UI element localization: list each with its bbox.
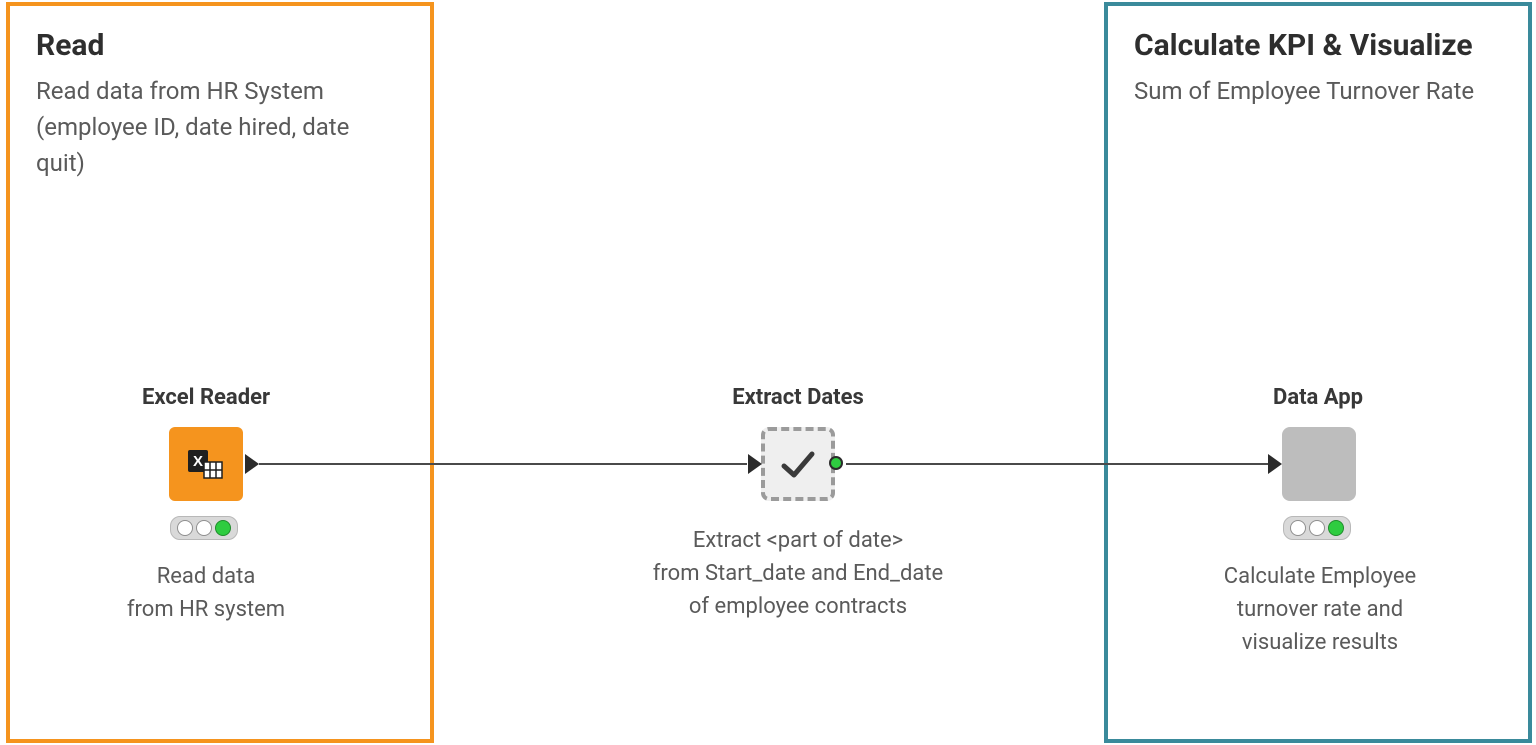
check-icon	[776, 442, 820, 486]
node-excel-reader-desc-line2: from HR system	[127, 597, 285, 622]
annotation-read-desc: Read data from HR System (employee ID, d…	[36, 73, 404, 181]
data-app-input-port[interactable]	[1268, 454, 1282, 474]
node-data-app-desc: Calculate Employee turnover rate and vis…	[1150, 560, 1490, 659]
node-excel-reader-status	[170, 516, 238, 540]
annotation-calc-desc: Sum of Employee Turnover Rate	[1134, 73, 1502, 109]
node-extract-dates-desc: Extract <part of date> from Start_date a…	[628, 524, 968, 623]
node-excel-reader[interactable]: X	[169, 427, 243, 501]
node-extract-dates-desc-line1: Extract <part of date>	[693, 528, 903, 553]
node-data-app-label: Data App	[1188, 385, 1448, 410]
node-excel-reader-desc-line1: Read data	[157, 564, 256, 589]
connection-excel-to-extract[interactable]	[259, 463, 747, 465]
workflow-canvas[interactable]: Read Read data from HR System (employee …	[0, 0, 1536, 745]
node-excel-reader-label: Excel Reader	[76, 385, 336, 410]
extract-dates-output-port[interactable]	[829, 456, 843, 470]
annotation-calc-title: Calculate KPI & Visualize	[1134, 28, 1502, 63]
node-data-app-desc-line3: visualize results	[1242, 630, 1398, 655]
status-dot-idle	[1290, 520, 1306, 536]
node-data-app-desc-line1: Calculate Employee	[1224, 564, 1416, 589]
excel-reader-output-port[interactable]	[245, 454, 259, 474]
excel-icon: X	[186, 444, 226, 484]
status-dot-idle	[177, 520, 193, 536]
svg-text:X: X	[193, 453, 203, 470]
node-data-app-status	[1283, 516, 1351, 540]
status-dot-executed	[215, 520, 231, 536]
extract-dates-input-port[interactable]	[748, 454, 762, 474]
status-dot-executed	[1328, 520, 1344, 536]
annotation-read[interactable]: Read Read data from HR System (employee …	[6, 2, 434, 743]
status-dot-idle	[1309, 520, 1325, 536]
node-excel-reader-desc: Read data from HR system	[36, 560, 376, 626]
node-extract-dates-desc-line3: of employee contracts	[689, 594, 907, 619]
connection-extract-to-dataapp[interactable]	[846, 463, 1268, 465]
node-extract-dates-desc-line2: from Start_date and End_date	[653, 561, 943, 586]
node-extract-dates[interactable]	[761, 427, 835, 501]
node-data-app-desc-line2: turnover rate and	[1237, 597, 1403, 622]
node-data-app[interactable]	[1282, 427, 1356, 501]
status-dot-idle	[196, 520, 212, 536]
node-extract-dates-label: Extract Dates	[668, 385, 928, 410]
annotation-read-title: Read	[36, 28, 404, 63]
